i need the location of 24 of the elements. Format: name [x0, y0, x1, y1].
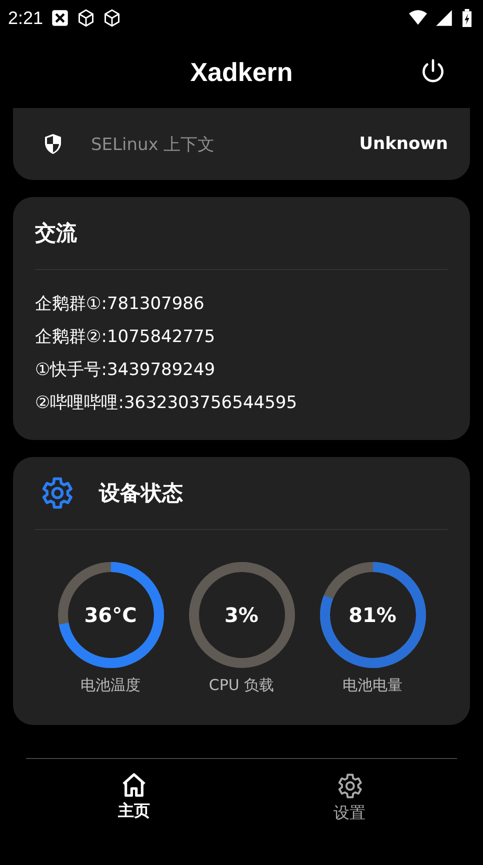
status-time: 2:21: [8, 8, 44, 28]
contact-line: 企鹅群①:781307986: [35, 293, 206, 316]
contact-line: ②哔哩哔哩:3632303756544595: [35, 392, 298, 415]
app-title: Xadkern: [190, 56, 293, 88]
gauge-reading: 81%: [348, 603, 396, 627]
selinux-label: SELinux 上下文: [91, 134, 215, 156]
contact-line: ①快手号:3439789249: [35, 359, 216, 382]
gauge-label: CPU 负载: [208, 676, 274, 695]
nav-tab[interactable]: 主页: [106, 769, 162, 824]
cube-icon: [103, 9, 122, 27]
signal-icon: [435, 9, 453, 27]
wifi-icon: [409, 9, 427, 27]
gauge-label: 电池电量: [342, 676, 402, 695]
nav-tab[interactable]: 设置: [321, 769, 378, 826]
card-title: 设备状态: [99, 480, 183, 507]
gauge-label: 电池温度: [80, 676, 140, 695]
battery-icon: [461, 9, 473, 27]
cube-icon: [77, 9, 96, 27]
card-title: 交流: [35, 220, 78, 247]
gauge-reading: 36°C: [84, 603, 137, 627]
gauge-reading: 3%: [224, 603, 258, 627]
selinux-value: Unknown: [359, 134, 448, 154]
contact-line: 企鹅群②:1075842775: [35, 326, 216, 349]
close-box-icon: [51, 9, 70, 27]
